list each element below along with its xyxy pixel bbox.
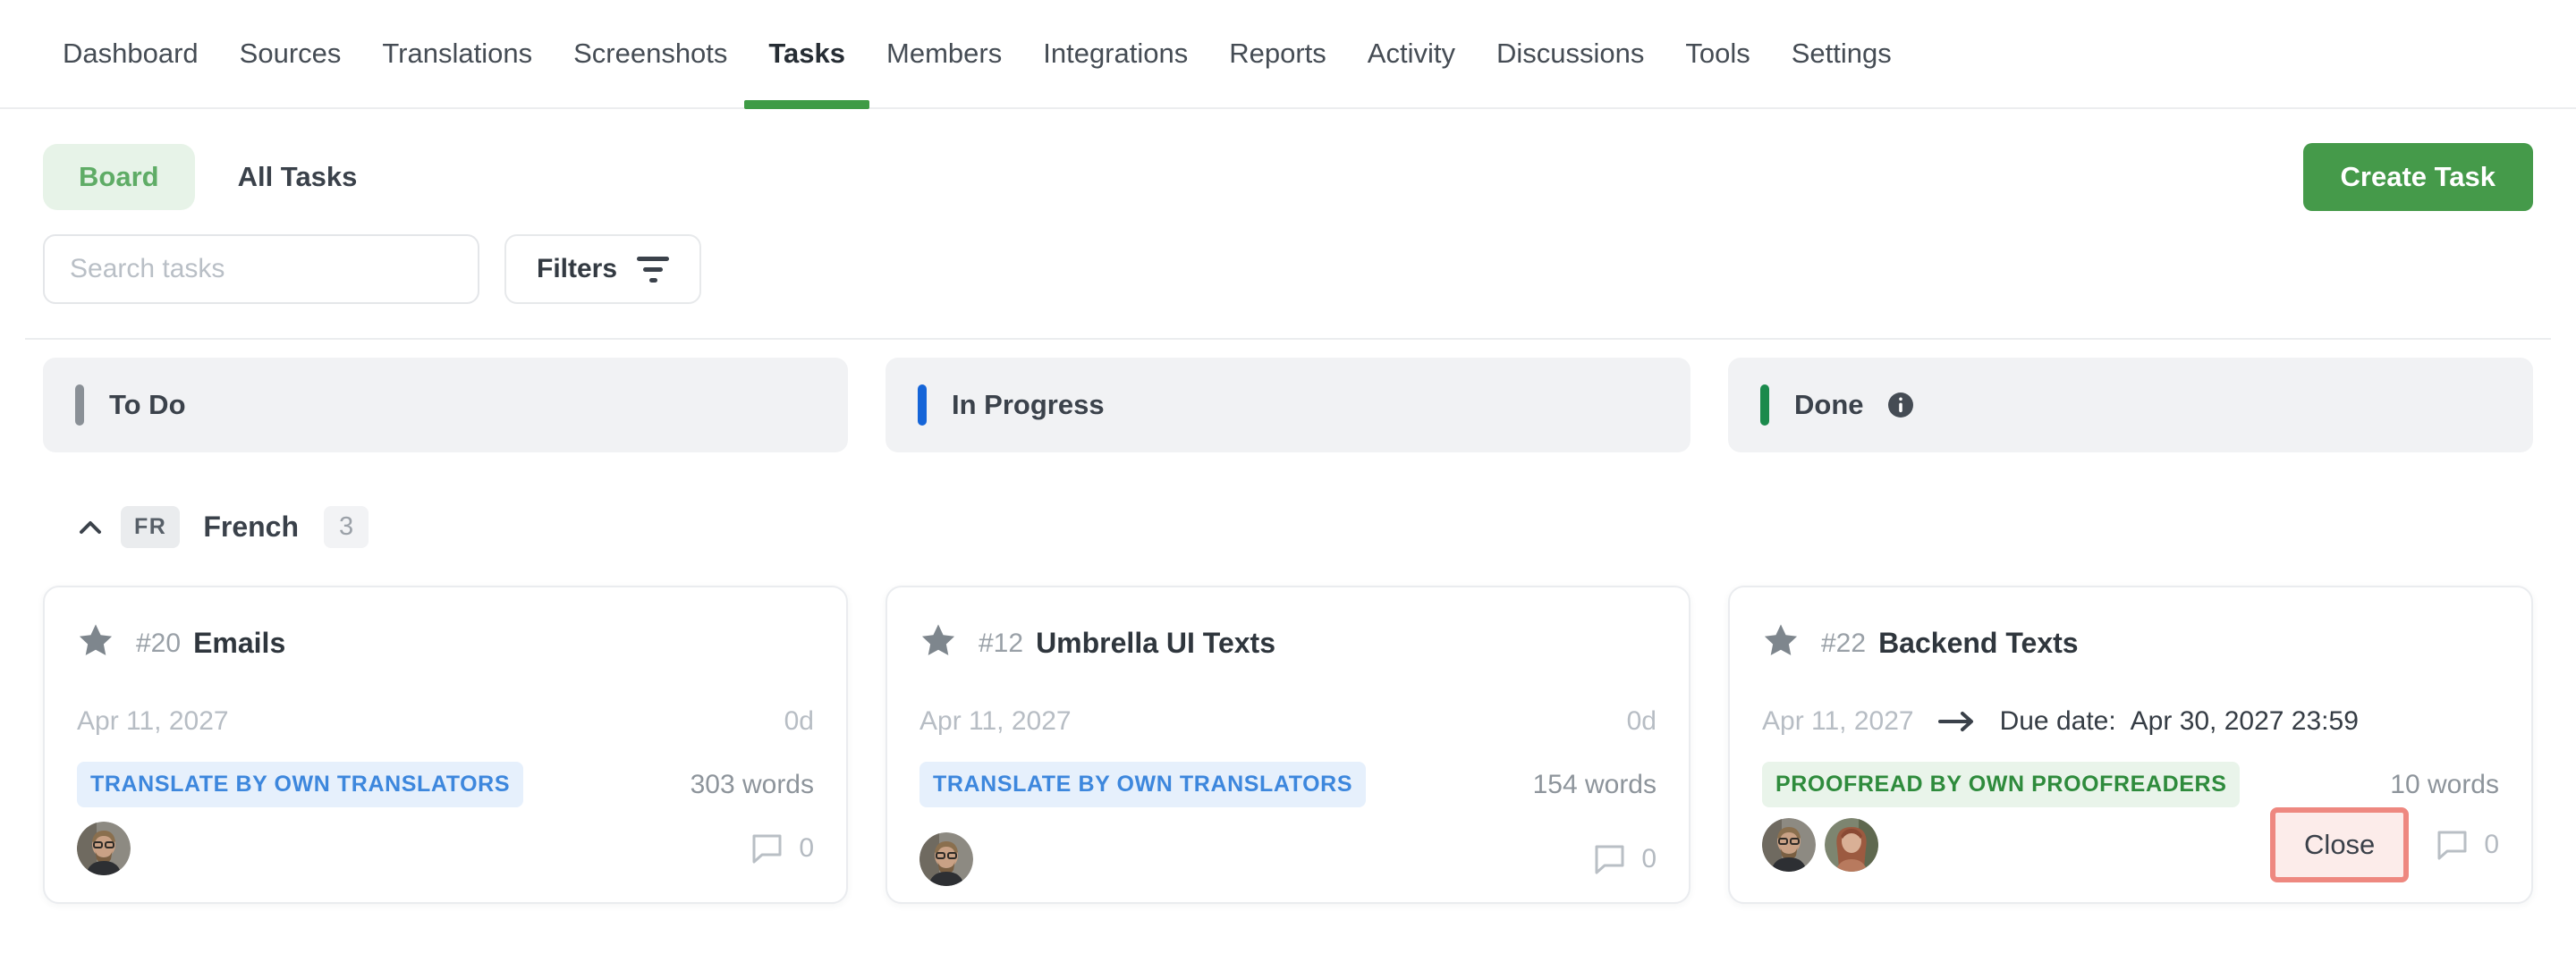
- column-label: In Progress: [952, 389, 1105, 421]
- task-title: Emails: [193, 627, 285, 660]
- task-count-badge: 3: [324, 506, 369, 548]
- task-id: #12: [979, 629, 1023, 659]
- create-task-button[interactable]: Create Task: [2303, 143, 2533, 211]
- divider: [25, 338, 2551, 340]
- task-cards-row: #20 Emails Apr 11, 2027 0d TRANSLATE BY …: [0, 586, 2576, 904]
- top-nav: Dashboard Sources Translations Screensho…: [0, 0, 2576, 109]
- assignee-avatar: [77, 822, 131, 875]
- comment-icon: [1591, 842, 1627, 876]
- comment-icon: [749, 831, 784, 865]
- nav-item-sources[interactable]: Sources: [240, 0, 342, 107]
- nav-item-tools[interactable]: Tools: [1685, 0, 1750, 107]
- comment-count: 0: [799, 833, 814, 864]
- view-toolbar: Board All Tasks Create Task: [0, 143, 2576, 211]
- assignee-avatar: [919, 832, 973, 886]
- task-card-20[interactable]: #20 Emails Apr 11, 2027 0d TRANSLATE BY …: [43, 586, 848, 904]
- nav-item-dashboard[interactable]: Dashboard: [63, 0, 199, 107]
- assignee-avatar: [1762, 818, 1816, 872]
- duration: 0d: [1627, 706, 1657, 737]
- task-id: #22: [1821, 629, 1866, 659]
- column-label: Done: [1794, 389, 1864, 421]
- column-done: Done: [1728, 358, 2533, 452]
- language-name: French: [203, 511, 299, 544]
- status-badge: TRANSLATE BY OWN TRANSLATORS: [919, 762, 1366, 807]
- task-title: Umbrella UI Texts: [1036, 627, 1275, 660]
- nav-item-discussions[interactable]: Discussions: [1496, 0, 1644, 107]
- collapse-chevron-icon[interactable]: [76, 517, 105, 538]
- nav-item-reports[interactable]: Reports: [1229, 0, 1326, 107]
- board-view-button[interactable]: Board: [43, 144, 195, 210]
- duration: 0d: [784, 706, 814, 737]
- nav-item-screenshots[interactable]: Screenshots: [573, 0, 727, 107]
- column-todo: To Do: [43, 358, 848, 452]
- start-date: Apr 11, 2027: [77, 706, 229, 737]
- word-count: 303 words: [691, 770, 814, 800]
- filter-icon: [637, 257, 669, 283]
- comments[interactable]: 0: [1591, 842, 1657, 876]
- status-badge: TRANSLATE BY OWN TRANSLATORS: [77, 762, 523, 807]
- status-badge: PROOFREAD BY OWN PROOFREADERS: [1762, 762, 2240, 807]
- arrow-right-icon: [1937, 709, 1977, 734]
- due-date-value: Apr 30, 2027 23:59: [2131, 706, 2359, 737]
- word-count: 154 words: [1533, 770, 1657, 800]
- assignee-avatar: [1825, 818, 1878, 872]
- search-input[interactable]: [43, 234, 479, 304]
- filters-button-label: Filters: [537, 254, 617, 284]
- star-icon[interactable]: [1762, 623, 1800, 663]
- comment-icon: [2434, 828, 2470, 862]
- start-date: Apr 11, 2027: [1762, 706, 1914, 737]
- task-id: #20: [136, 629, 181, 659]
- comments[interactable]: 0: [749, 831, 814, 865]
- start-date: Apr 11, 2027: [919, 706, 1072, 737]
- star-icon[interactable]: [77, 623, 114, 663]
- column-label: To Do: [109, 389, 186, 421]
- filters-button[interactable]: Filters: [504, 234, 701, 304]
- task-card-22[interactable]: #22 Backend Texts Apr 11, 2027 Due date:…: [1728, 586, 2533, 904]
- language-code-badge: FR: [121, 506, 180, 548]
- active-tab-underline: [744, 100, 869, 109]
- task-card-12[interactable]: #12 Umbrella UI Texts Apr 11, 2027 0d TR…: [886, 586, 1690, 904]
- column-accent-bar: [1760, 384, 1769, 426]
- comment-count: 0: [2484, 830, 2499, 860]
- column-in-progress: In Progress: [886, 358, 1690, 452]
- comment-count: 0: [1641, 844, 1657, 874]
- all-tasks-view-button[interactable]: All Tasks: [238, 161, 358, 193]
- task-title: Backend Texts: [1878, 627, 2079, 660]
- star-icon[interactable]: [919, 623, 957, 663]
- nav-item-members[interactable]: Members: [886, 0, 1002, 107]
- due-date-label: Due date:: [2000, 706, 2116, 737]
- column-accent-bar: [75, 384, 84, 426]
- nav-item-translations[interactable]: Translations: [382, 0, 532, 107]
- nav-item-tasks[interactable]: Tasks: [768, 0, 845, 107]
- board-column-headers: To Do In Progress Done: [0, 358, 2576, 452]
- nav-item-integrations[interactable]: Integrations: [1043, 0, 1188, 107]
- nav-item-activity[interactable]: Activity: [1368, 0, 1455, 107]
- column-accent-bar: [918, 384, 927, 426]
- word-count: 10 words: [2390, 770, 2499, 800]
- close-button[interactable]: Close: [2270, 807, 2409, 882]
- language-group-header: FR French 3: [0, 506, 2576, 548]
- nav-item-settings[interactable]: Settings: [1792, 0, 1892, 107]
- comments[interactable]: 0: [2434, 828, 2499, 862]
- filter-row: Filters: [0, 234, 2576, 304]
- info-icon[interactable]: [1887, 392, 1914, 418]
- nav-item-tasks-label: Tasks: [768, 38, 845, 70]
